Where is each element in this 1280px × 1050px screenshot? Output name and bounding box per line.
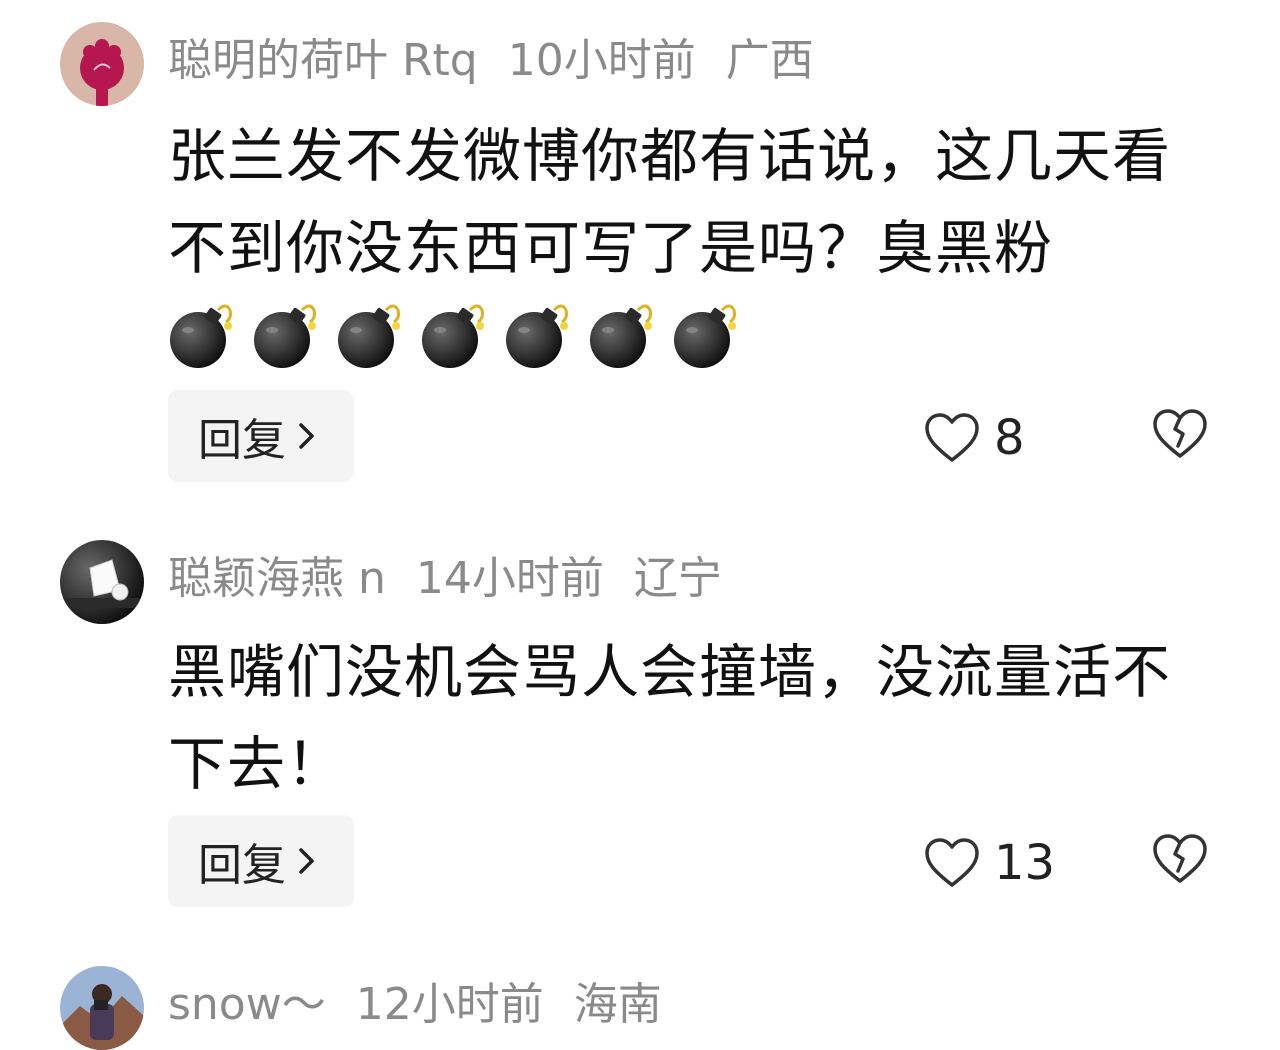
reply-button[interactable]: 回复 — [168, 815, 354, 907]
bomb-icon — [170, 304, 232, 368]
username[interactable]: 聪明的荷叶 Rtq — [168, 24, 478, 88]
username[interactable]: 聪颖海燕 n — [168, 542, 386, 606]
reply-label: 回复 — [198, 415, 286, 466]
avatar[interactable] — [60, 540, 144, 624]
bomb-icon — [338, 304, 400, 368]
chevron-right-icon — [299, 423, 314, 449]
comment-meta: 聪颖海燕 n 14小时前 辽宁 — [168, 542, 722, 606]
bomb-icon — [506, 304, 568, 368]
dislike-button[interactable] — [1152, 408, 1208, 464]
heart-outline-icon — [925, 838, 979, 887]
like-count: 13 — [994, 835, 1056, 891]
bomb-icon — [674, 304, 736, 368]
like-button[interactable]: 13 — [924, 835, 1055, 891]
comment-location: 海南 — [573, 979, 662, 1030]
comment-time: 14小时前 — [415, 553, 604, 604]
chevron-right-icon — [299, 848, 314, 874]
avatar[interactable] — [60, 22, 144, 106]
reply-label: 回复 — [198, 840, 286, 891]
like-count: 8 — [994, 410, 1025, 466]
heart-outline-icon — [925, 413, 979, 462]
comment-meta: 聪明的荷叶 Rtq 10小时前 广西 — [168, 24, 814, 88]
broken-heart-icon — [1153, 834, 1207, 883]
comment-location: 广西 — [725, 35, 814, 86]
comment-time: 10小时前 — [507, 35, 696, 86]
comment-meta: snow～ 12小时前 海南 — [168, 968, 662, 1032]
bomb-icon — [590, 304, 652, 368]
like-button[interactable]: 8 — [924, 410, 1025, 466]
broken-heart-icon — [1153, 409, 1207, 458]
comment-location: 辽宁 — [633, 553, 722, 604]
bomb-icon — [422, 304, 484, 368]
dislike-button[interactable] — [1152, 833, 1208, 889]
bomb-icon — [254, 304, 316, 368]
emoji-row — [168, 300, 739, 370]
comment-text: 黑嘴们没机会骂人会撞墙，没流量活不下去！ — [168, 638, 1172, 798]
comment-text: 张兰发不发微博你都有话说，这几天看不到你没东西可写了是吗？臭黑粉 — [168, 122, 1172, 282]
avatar[interactable] — [60, 966, 144, 1050]
comment-time: 12小时前 — [355, 979, 544, 1030]
username[interactable]: snow～ — [168, 968, 326, 1032]
reply-button[interactable]: 回复 — [168, 390, 354, 482]
